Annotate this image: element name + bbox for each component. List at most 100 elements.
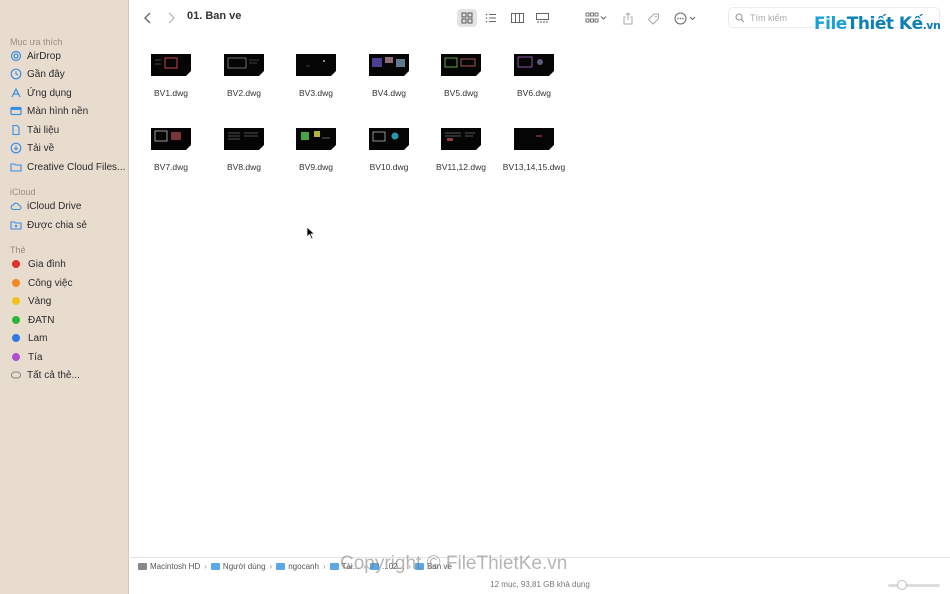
sidebar: Mục ưa thích AirDrop Gần đây Ứng dụng Mà…	[0, 0, 129, 594]
forward-button[interactable]	[163, 9, 179, 27]
share-button[interactable]	[620, 9, 636, 27]
desktop-icon	[10, 105, 22, 117]
file-item[interactable]: BV6.dwg	[498, 54, 570, 98]
sidebar-tag-datn[interactable]: ĐATN	[10, 311, 54, 329]
sidebar-item-label: Vàng	[28, 295, 52, 307]
file-item[interactable]: BV11,12.dwg	[425, 128, 497, 172]
apps-icon	[10, 87, 22, 99]
file-name: BV5.dwg	[443, 88, 479, 98]
file-item[interactable]: BV13,14,15.dwg	[498, 128, 570, 172]
file-item[interactable]: BV8.dwg	[208, 128, 280, 172]
brand-logo-part: .vn	[922, 19, 941, 32]
file-item[interactable]: BV5.dwg	[425, 54, 497, 98]
grid-icon	[461, 12, 473, 24]
brand-logo-part: File	[814, 14, 847, 34]
dwg-thumbnail	[151, 128, 192, 151]
sidebar-item-label: Tất cả thẻ...	[27, 369, 80, 381]
brand-logo: FileThiết Kế.vn	[814, 14, 941, 34]
folder-icon	[210, 563, 220, 570]
tag-color-dot	[12, 260, 20, 268]
path-separator: ›	[322, 562, 326, 571]
tag-color-dot	[12, 353, 20, 361]
path-crumb-label: Macintosh HD	[150, 562, 201, 571]
file-item[interactable]: BV3.dwg	[280, 54, 352, 98]
sidebar-item-label: Tải về	[27, 142, 55, 154]
dwg-thumbnail	[514, 128, 555, 151]
shared-folder-icon	[10, 219, 22, 231]
dwg-thumbnail	[224, 54, 265, 77]
sidebar-section-favorites: Mục ưa thích	[10, 37, 63, 47]
sidebar-item-label: Công việc	[28, 277, 73, 289]
dwg-thumbnail	[224, 128, 265, 151]
path-crumb[interactable]: Macintosh HD	[138, 562, 200, 571]
sidebar-item-shared[interactable]: Được chia sẻ	[10, 216, 87, 234]
sidebar-item-creative-cloud[interactable]: Creative Cloud Files...	[10, 158, 125, 176]
status-text: 12 mục, 93,81 GB khả dụng	[490, 580, 590, 589]
slider-knob[interactable]	[897, 580, 907, 590]
sidebar-tag-all[interactable]: Tất cả thẻ...	[10, 366, 80, 384]
icon-view-button[interactable]	[457, 9, 477, 27]
gallery-view-button[interactable]	[532, 9, 552, 27]
column-view-button[interactable]	[507, 9, 527, 27]
cloud-icon	[10, 200, 22, 212]
sidebar-tag-blue[interactable]: Lam	[10, 329, 47, 347]
sidebar-item-documents[interactable]: Tài liệu	[10, 121, 59, 139]
chevron-left-icon	[144, 12, 151, 24]
gallery-icon	[535, 13, 549, 23]
list-view-button[interactable]	[481, 9, 501, 27]
icon-size-slider[interactable]	[888, 580, 940, 590]
path-crumb[interactable]: Người dùng	[210, 562, 266, 571]
file-item[interactable]: BV10.dwg	[353, 128, 425, 172]
file-name: BV7.dwg	[153, 162, 189, 172]
file-item[interactable]: BV2.dwg	[208, 54, 280, 98]
sidebar-item-label: Creative Cloud Files...	[27, 161, 126, 173]
sidebar-item-recents[interactable]: Gần đây	[10, 65, 65, 83]
file-item[interactable]: BV7.dwg	[135, 128, 207, 172]
sidebar-tag-family[interactable]: Gia đình	[10, 255, 66, 273]
sidebar-tag-work[interactable]: Công việc	[10, 274, 72, 292]
chevron-right-icon	[168, 12, 175, 24]
search-placeholder: Tìm kiếm	[750, 12, 787, 23]
share-icon	[623, 11, 633, 24]
file-item[interactable]: BV4.dwg	[353, 54, 425, 98]
path-crumb[interactable]: ngocanh	[276, 562, 319, 571]
file-item[interactable]: BV1.dwg	[135, 54, 207, 98]
file-name: BV3.dwg	[298, 88, 334, 98]
dwg-thumbnail	[441, 54, 482, 77]
folder-icon	[329, 563, 339, 570]
more-actions-button[interactable]	[673, 9, 699, 27]
file-name: BV1.dwg	[153, 88, 189, 98]
sidebar-item-applications[interactable]: Ứng dụng	[10, 84, 72, 102]
sidebar-item-airdrop[interactable]: AirDrop	[10, 47, 61, 65]
sidebar-tag-purple[interactable]: Tía	[10, 348, 42, 366]
columns-icon	[510, 13, 524, 23]
sidebar-item-icloud-drive[interactable]: iCloud Drive	[10, 197, 81, 215]
dwg-thumbnail	[369, 128, 410, 151]
path-separator: ›	[204, 562, 207, 571]
file-name: BV11,12.dwg	[436, 162, 486, 172]
sidebar-tag-yellow[interactable]: Vàng	[10, 292, 51, 310]
back-button[interactable]	[140, 9, 156, 27]
sidebar-section-tags: Thẻ	[10, 245, 26, 255]
sidebar-item-label: Tía	[28, 351, 43, 363]
file-item[interactable]: BV9.dwg	[280, 128, 352, 172]
sidebar-item-label: Được chia sẻ	[27, 219, 87, 231]
brand-logo-part: Thiết Kế	[846, 14, 923, 34]
tag-color-dot	[12, 297, 20, 305]
tag-icon	[647, 13, 659, 25]
tag-button[interactable]	[645, 9, 661, 27]
hard-drive-icon	[138, 563, 147, 570]
list-icon	[485, 13, 496, 23]
tag-color-dot	[12, 279, 20, 287]
sidebar-item-label: Gia đình	[28, 258, 66, 270]
group-by-button[interactable]	[582, 9, 610, 27]
sidebar-item-downloads[interactable]: Tải về	[10, 139, 54, 157]
sidebar-item-label: ĐATN	[28, 314, 55, 326]
group-grid-icon	[585, 12, 607, 23]
file-name: BV8.dwg	[226, 162, 262, 172]
airdrop-icon	[10, 50, 22, 62]
sidebar-item-label: Gần đây	[27, 68, 65, 80]
sidebar-item-label: Màn hình nền	[27, 105, 89, 117]
download-icon	[10, 142, 22, 154]
sidebar-item-desktop[interactable]: Màn hình nền	[10, 102, 88, 120]
